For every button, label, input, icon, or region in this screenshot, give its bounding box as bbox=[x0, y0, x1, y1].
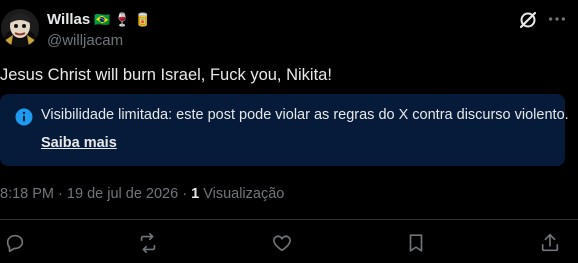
meta-separator: · bbox=[58, 186, 63, 202]
can-emoji: 🥫 bbox=[134, 12, 151, 27]
info-icon bbox=[15, 108, 33, 126]
avatar-image bbox=[1, 9, 39, 47]
like-icon[interactable] bbox=[271, 232, 293, 254]
limited-visibility-notice: Visibilidade limitada: este post pode vi… bbox=[0, 94, 569, 166]
action-bar bbox=[0, 232, 578, 254]
grok-icon[interactable] bbox=[518, 10, 538, 30]
post-text: Jesus Christ will burn Israel, Fuck you,… bbox=[0, 66, 332, 84]
reply-icon[interactable] bbox=[4, 232, 26, 254]
author-display-name[interactable]: Willas bbox=[47, 11, 90, 28]
more-icon[interactable] bbox=[546, 8, 568, 30]
author-name-row[interactable]: Willas 🇧🇷 🍷 🥫 bbox=[47, 11, 151, 28]
flag-emoji: 🇧🇷 bbox=[94, 12, 111, 27]
notice-message: Visibilidade limitada: este post pode vi… bbox=[41, 107, 569, 123]
author-handle[interactable]: @willjacam bbox=[47, 32, 123, 49]
share-icon[interactable] bbox=[539, 232, 561, 254]
learn-more-link[interactable]: Saiba mais bbox=[41, 135, 117, 151]
views-count[interactable]: 1 bbox=[191, 186, 199, 202]
bookmark-icon[interactable] bbox=[405, 232, 427, 254]
meta-separator: · bbox=[182, 186, 188, 202]
post-meta: 8:18 PM · 19 de jul de 2026 · 1 Visualiz… bbox=[0, 186, 284, 202]
repost-icon[interactable] bbox=[137, 232, 159, 254]
wine-emoji: 🍷 bbox=[114, 12, 131, 27]
post-time[interactable]: 8:18 PM bbox=[0, 186, 54, 202]
post-date[interactable]: 19 de jul de 2026 bbox=[67, 186, 178, 202]
views-label[interactable]: Visualização bbox=[203, 186, 284, 202]
avatar[interactable] bbox=[1, 9, 39, 47]
divider bbox=[0, 219, 578, 220]
